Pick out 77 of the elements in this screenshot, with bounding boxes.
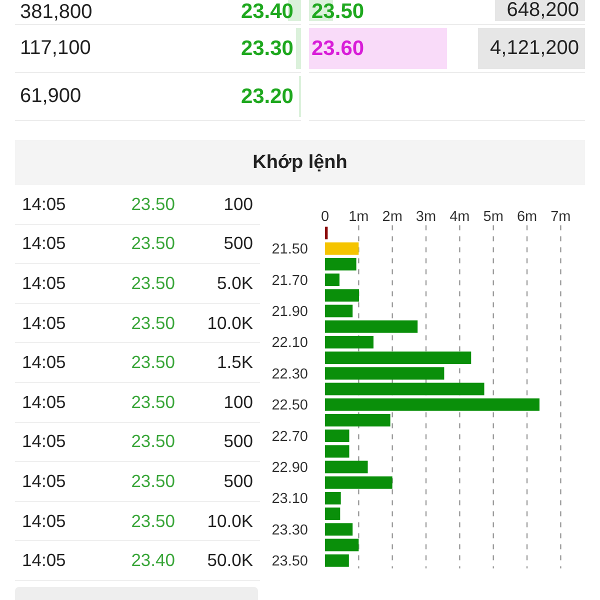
trade-time: 14:05 xyxy=(22,550,67,572)
axis-label: 22.30 xyxy=(272,366,308,382)
trade-price: 23.50 xyxy=(130,312,175,334)
trade-time: 14:05 xyxy=(22,510,67,532)
axis-label: 1m xyxy=(348,209,369,225)
trade-price: 23.50 xyxy=(130,431,175,452)
chart-bar xyxy=(325,258,356,270)
trade-price: 23.40 xyxy=(130,550,175,572)
ask-volume: 648,200 xyxy=(494,0,585,21)
trade-time: 14:05 xyxy=(22,470,67,492)
axis-label: 23.50 xyxy=(272,554,308,570)
axis-label: 22.90 xyxy=(272,460,308,476)
axis-label: 21.70 xyxy=(272,272,308,289)
chart-bar xyxy=(325,336,374,348)
axis-label: 0 xyxy=(320,209,330,225)
axis-label: 21.90 xyxy=(272,304,308,320)
trade-volume: 5.0K xyxy=(216,272,253,294)
chart-bar xyxy=(325,304,353,318)
axis-label: 23.30 xyxy=(272,522,308,538)
axis-label: 7m xyxy=(550,209,571,225)
chart-bar xyxy=(325,492,341,504)
bid-volume: 61,900 xyxy=(20,85,82,108)
chart-bar xyxy=(325,523,353,536)
axis-label: 22.10 xyxy=(272,335,308,352)
bid-price: 23.40 xyxy=(240,0,294,24)
trade-price: 23.50 xyxy=(130,233,175,254)
trade-price: 23.50 xyxy=(130,272,175,294)
chart-bar xyxy=(325,508,340,520)
chart-bar xyxy=(325,554,349,567)
trade-time: 14:05 xyxy=(22,194,67,215)
chart-bar xyxy=(325,538,359,552)
trade-price: 23.50 xyxy=(130,470,175,492)
chart-bar xyxy=(325,226,328,240)
trade-price: 23.50 xyxy=(130,352,175,374)
section-title: Khớp lệnh xyxy=(252,152,348,174)
ask-price: 23.50 xyxy=(312,0,364,24)
trade-volume: 1.5K xyxy=(216,352,253,374)
axis-label: 4m xyxy=(450,209,470,225)
trade-time: 14:05 xyxy=(22,233,67,254)
trade-volume: 500 xyxy=(222,431,253,452)
trade-time: 14:05 xyxy=(22,352,67,374)
axis-label: 22.50 xyxy=(272,398,308,414)
bid-volume: 381,800 xyxy=(20,0,92,24)
axis-label: 23.10 xyxy=(272,491,308,508)
axis-label: 6m xyxy=(516,209,538,225)
trade-volume: 50.0K xyxy=(206,550,253,572)
trade-time: 14:05 xyxy=(22,392,67,413)
chart-bar xyxy=(325,242,359,255)
axis-label: 5m xyxy=(483,209,504,225)
trade-time: 14:05 xyxy=(22,272,67,294)
chart-bar xyxy=(325,289,359,302)
trade-volume: 10.0K xyxy=(206,312,253,334)
ask-volume: 4,121,200 xyxy=(478,28,585,69)
chart-bar xyxy=(325,414,390,426)
trade-volume: 500 xyxy=(222,470,253,492)
axis-label: 22.70 xyxy=(272,428,308,445)
chart-bar xyxy=(325,460,368,474)
chart-bar xyxy=(325,476,392,489)
trade-time: 14:05 xyxy=(22,431,67,452)
axis-label: 2m xyxy=(382,209,402,225)
bid-volume: 117,100 xyxy=(20,37,91,60)
trade-price: 23.50 xyxy=(130,194,175,215)
axis-label: 21.50 xyxy=(272,242,308,258)
trade-volume: 500 xyxy=(222,233,253,254)
trade-time: 14:05 xyxy=(22,312,67,334)
trade-volume: 100 xyxy=(222,194,253,215)
trade-price: 23.50 xyxy=(130,510,175,532)
chart-bar xyxy=(325,274,340,286)
chart-bar xyxy=(325,430,350,442)
trade-price: 23.50 xyxy=(130,392,175,413)
trade-volume: 100 xyxy=(222,392,253,413)
axis-label: 3m xyxy=(416,209,436,225)
trade-volume: 10.0K xyxy=(206,510,253,532)
ask-price: 23.60 xyxy=(312,36,364,60)
bid-price: 23.20 xyxy=(240,84,294,108)
bid-price: 23.30 xyxy=(240,36,294,60)
chart-bar xyxy=(325,445,350,458)
